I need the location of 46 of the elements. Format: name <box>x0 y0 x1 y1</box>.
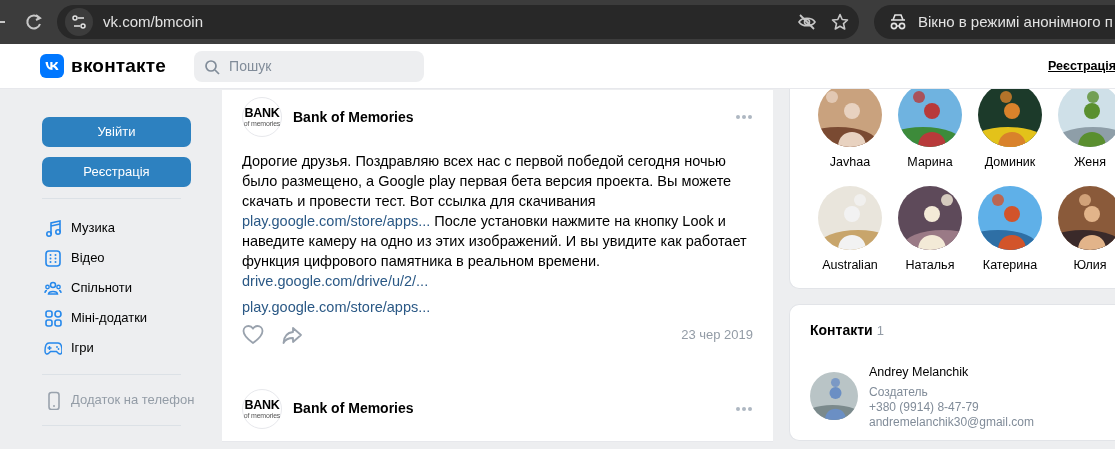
sidebar-item[interactable]: Міні-додатки <box>44 303 191 333</box>
reload-icon[interactable] <box>24 12 44 32</box>
friend-name[interactable]: Юлия <box>1073 255 1107 275</box>
logo-icon[interactable] <box>40 54 64 78</box>
contacts-title: Контакти <box>810 321 873 338</box>
friend-name[interactable]: Катерина <box>982 255 1038 275</box>
sidebar-item[interactable]: Відео <box>44 243 191 273</box>
friend-name[interactable]: Javhaa <box>829 153 871 172</box>
post-author[interactable]: Bank of Memories <box>293 398 414 420</box>
friend-name[interactable]: Доминик <box>984 153 1036 172</box>
contact-email: andremelanchik30@gmail.com <box>869 415 1034 431</box>
apps-grid-icon <box>44 308 62 328</box>
music-note-icon <box>44 218 62 238</box>
attachment-link[interactable]: play.google.com/store/apps... <box>242 297 431 319</box>
logo-text[interactable]: вконтакте <box>71 51 167 81</box>
sidebar-item[interactable]: Музика <box>44 213 191 243</box>
post-text: Дорогие друзья. Поздравляю всех нас с первой победой сегодня ночью было размещено, а Google play первая бета версия проекта. Вы можете скачать и провести тест. Вот ссылка для скачивания play.google.com/store/apps... После установки нажмите на кнопку Look и наведите камеру на одно из этих изображений. И вы увидите как работает функция цифрового памятника в реальном времени. drive.google.com/drive/u/2/... <box>242 152 748 291</box>
url-text: vk.com/bmcoin <box>103 11 205 32</box>
contact-name[interactable]: Andrey Melanchik <box>869 362 1034 382</box>
contact-role: Создатель <box>869 385 929 401</box>
register-link[interactable]: Реєстрація <box>1048 56 1115 76</box>
post-link[interactable]: drive.google.com/drive/u/2/... <box>242 273 429 289</box>
search-icon <box>204 58 221 75</box>
incognito-label: Вікно в режимі анонімного п <box>918 11 1113 32</box>
contact-phone: +380 (9914) 8-47-79 <box>869 400 980 416</box>
sidebar-item[interactable]: Спільноти <box>44 273 191 303</box>
post-author[interactable]: Bank of Memories <box>293 106 414 128</box>
share-icon[interactable] <box>282 324 303 345</box>
friend-name[interactable]: Наталья <box>905 255 955 275</box>
bookmark-star-icon[interactable] <box>831 13 849 31</box>
friend-name[interactable]: Australian <box>822 255 878 275</box>
eye-slash-icon[interactable] <box>797 12 817 32</box>
friend-name[interactable]: Марина <box>907 153 953 172</box>
site-settings-icon[interactable] <box>65 8 93 36</box>
address-bar[interactable]: vk.com/bmcoin <box>57 5 859 39</box>
incognito-indicator[interactable]: Вікно в режимі анонімного п <box>874 5 1115 39</box>
sidebar-button[interactable]: Увійти <box>42 117 191 147</box>
sidebar-item[interactable]: Ігри <box>44 333 191 363</box>
heart-icon[interactable] <box>242 324 264 346</box>
friend-name[interactable]: Женя <box>1074 153 1106 172</box>
sidebar-button[interactable]: Реєстрація <box>42 157 191 187</box>
contacts-count: 1 <box>876 322 884 338</box>
post-link[interactable]: play.google.com/store/apps... <box>242 213 431 229</box>
video-icon <box>44 248 62 268</box>
search-field[interactable]: Пошук <box>194 50 425 82</box>
incognito-icon <box>888 12 908 32</box>
